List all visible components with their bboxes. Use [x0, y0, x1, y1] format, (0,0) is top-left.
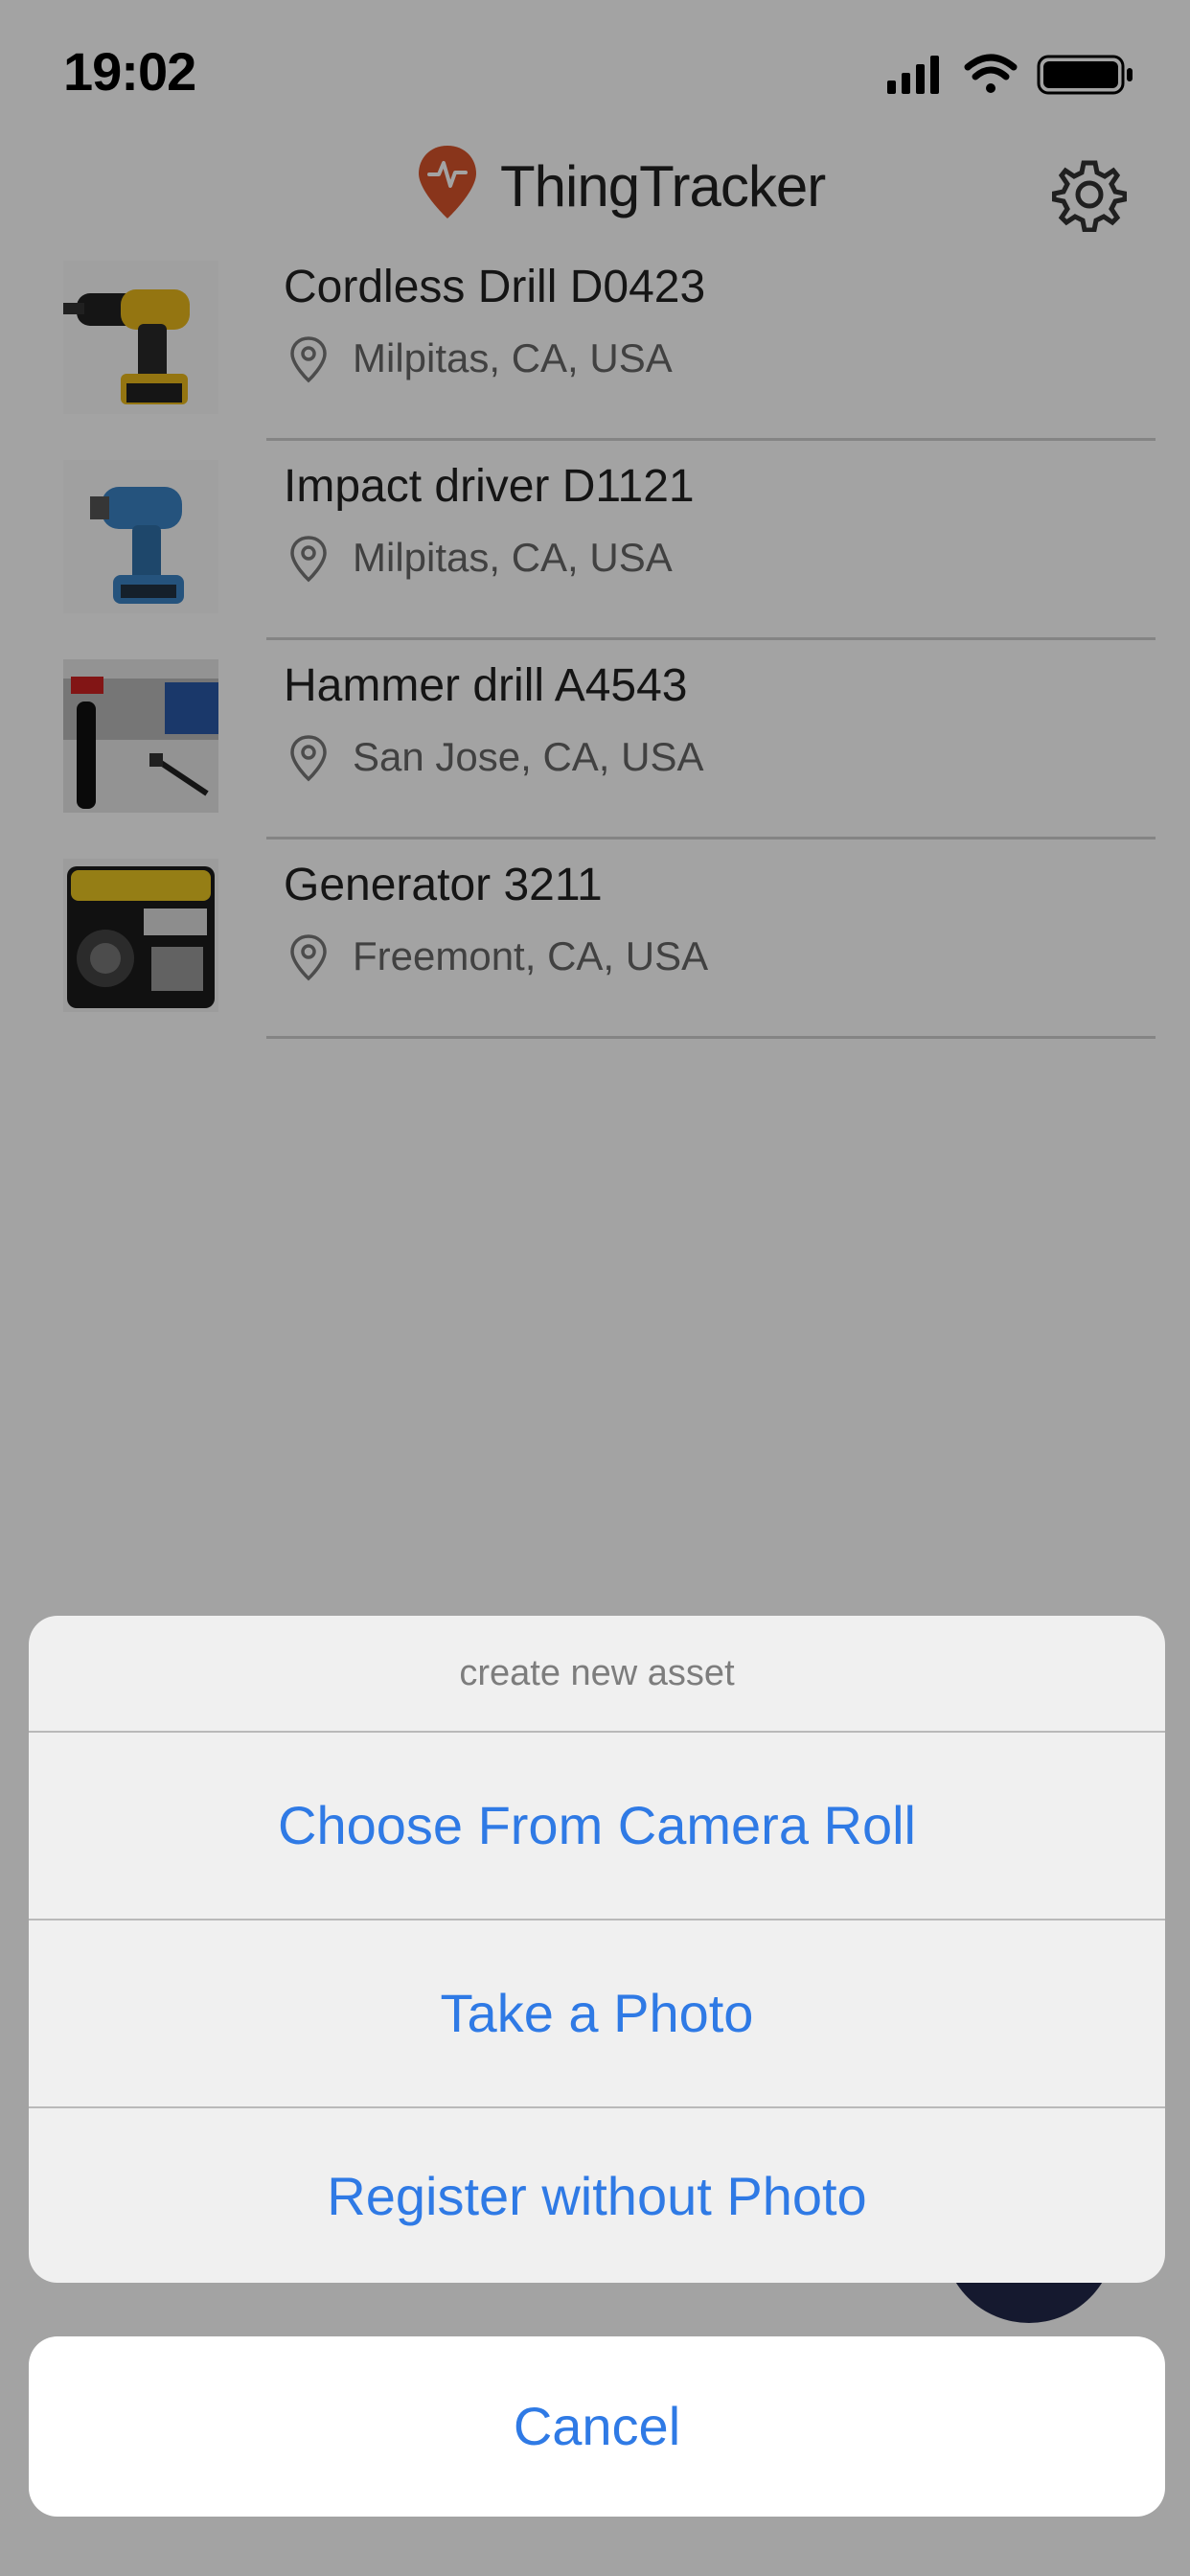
choose-from-camera-roll-button[interactable]: Choose From Camera Roll [29, 1733, 1165, 1920]
action-sheet-title: create new asset [29, 1616, 1165, 1733]
action-sheet: create new asset Choose From Camera Roll… [29, 1616, 1165, 2283]
take-photo-button[interactable]: Take a Photo [29, 1920, 1165, 2108]
register-without-photo-button[interactable]: Register without Photo [29, 2108, 1165, 2283]
cancel-button[interactable]: Cancel [29, 2336, 1165, 2517]
